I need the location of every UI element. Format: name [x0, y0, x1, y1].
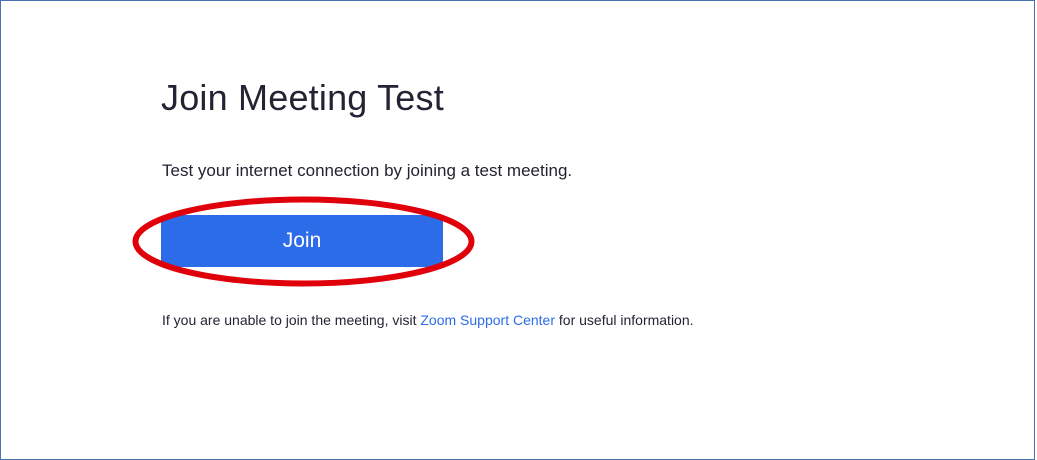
join-button[interactable]: Join: [161, 215, 443, 267]
help-text-suffix: for useful information.: [555, 312, 694, 328]
zoom-support-center-link[interactable]: Zoom Support Center: [420, 312, 555, 328]
page-description: Test your internet connection by joining…: [162, 161, 573, 180]
page-frame: Join Meeting Test Test your internet con…: [0, 0, 1035, 460]
page-title: Join Meeting Test: [161, 77, 444, 118]
help-text-prefix: If you are unable to join the meeting, v…: [162, 312, 421, 328]
help-text: If you are unable to join the meeting, v…: [162, 312, 694, 328]
